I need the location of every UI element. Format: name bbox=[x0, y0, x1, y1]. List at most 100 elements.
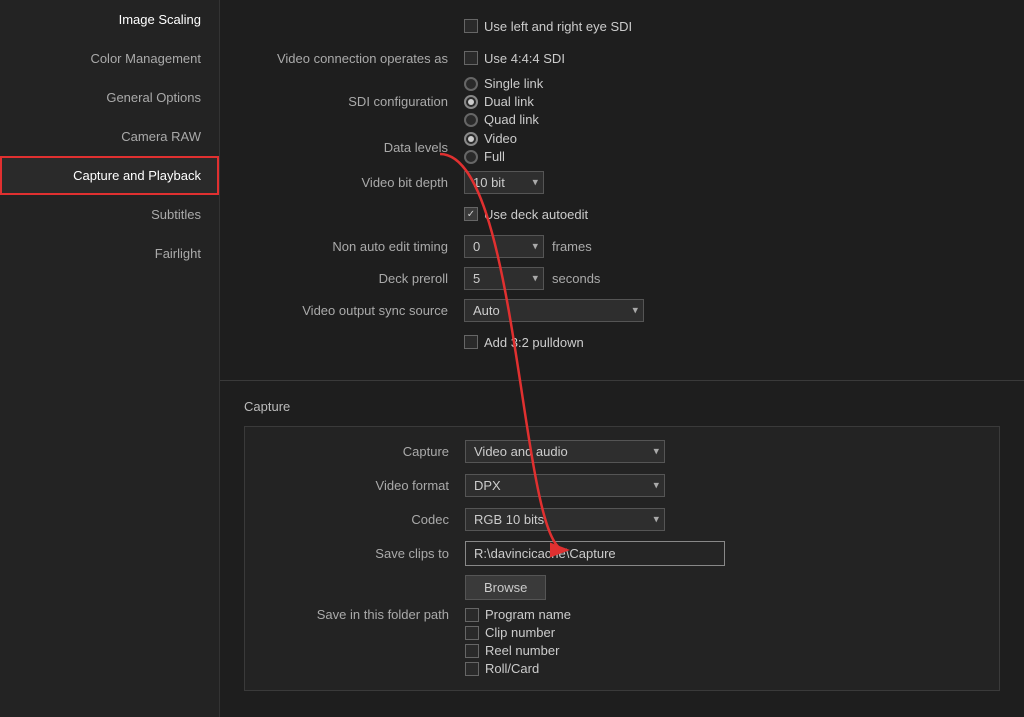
save-clips-label: Save clips to bbox=[245, 546, 465, 561]
capture-dropdown[interactable]: Video and audio Video only Audio only bbox=[465, 440, 665, 463]
add-pulldown-checkbox-wrap[interactable]: Add 3:2 pulldown bbox=[464, 335, 584, 350]
deck-preroll-units: seconds bbox=[552, 271, 600, 286]
codec-dropdown[interactable]: RGB 10 bits YCbCr 10 bits RGB 16 bits bbox=[465, 508, 665, 531]
reel-number-checkbox[interactable] bbox=[465, 644, 479, 658]
sidebar-item-color-management[interactable]: Color Management bbox=[0, 39, 219, 78]
video-connection-checkbox-wrap[interactable]: Use 4:4:4 SDI bbox=[464, 51, 565, 66]
sdi-dual-link[interactable]: Dual link bbox=[464, 94, 543, 109]
video-format-label: Video format bbox=[245, 478, 465, 493]
video-connection-label: Video connection operates as bbox=[244, 51, 464, 66]
save-clips-content bbox=[465, 541, 725, 566]
main-content: Use left and right eye SDI Video connect… bbox=[220, 0, 1024, 717]
save-clips-input[interactable] bbox=[465, 541, 725, 566]
clip-number-wrap[interactable]: Clip number bbox=[465, 625, 571, 640]
save-folder-row: Save in this folder path Program name Cl… bbox=[245, 607, 999, 676]
clip-number-checkbox[interactable] bbox=[465, 626, 479, 640]
sdi-quad-link[interactable]: Quad link bbox=[464, 112, 543, 127]
browse-content: Browse bbox=[465, 575, 546, 600]
video-connection-checkbox[interactable] bbox=[464, 51, 478, 65]
video-format-dropdown[interactable]: DPX ProRes MXF bbox=[465, 474, 665, 497]
program-name-label: Program name bbox=[485, 607, 571, 622]
sidebar-item-camera-raw[interactable]: Camera RAW bbox=[0, 117, 219, 156]
left-right-sdi-checkbox[interactable] bbox=[464, 19, 478, 33]
left-right-sdi-row: Use left and right eye SDI bbox=[244, 12, 1000, 40]
codec-row: Codec RGB 10 bits YCbCr 10 bits RGB 16 b… bbox=[245, 505, 999, 533]
deck-autoedit-checkbox[interactable] bbox=[464, 207, 478, 221]
non-auto-edit-content: 0 1 2 frames bbox=[464, 235, 592, 258]
roll-card-label: Roll/Card bbox=[485, 661, 539, 676]
deck-autoedit-checkbox-label: Use deck autoedit bbox=[484, 207, 588, 222]
data-levels-content: Video Full bbox=[464, 131, 517, 164]
video-format-content: DPX ProRes MXF bbox=[465, 474, 665, 497]
sidebar-item-capture-and-playback[interactable]: Capture and Playback bbox=[0, 156, 219, 195]
codec-content: RGB 10 bits YCbCr 10 bits RGB 16 bits bbox=[465, 508, 665, 531]
capture-dropdown-wrap[interactable]: Video and audio Video only Audio only bbox=[465, 440, 665, 463]
clip-number-label: Clip number bbox=[485, 625, 555, 640]
sidebar: Image ScalingColor ManagementGeneral Opt… bbox=[0, 0, 220, 717]
roll-card-checkbox[interactable] bbox=[465, 662, 479, 676]
deck-preroll-dropdown-wrap[interactable]: 5 3 10 bbox=[464, 267, 544, 290]
sidebar-item-fairlight[interactable]: Fairlight bbox=[0, 234, 219, 273]
video-bit-depth-dropdown[interactable]: 10 bit 8 bit 12 bit bbox=[464, 171, 544, 194]
add-pulldown-content: Add 3:2 pulldown bbox=[464, 335, 584, 350]
video-connection-content: Use 4:4:4 SDI bbox=[464, 51, 565, 66]
program-name-checkbox[interactable] bbox=[465, 608, 479, 622]
left-right-sdi-content: Use left and right eye SDI bbox=[464, 19, 632, 34]
sidebar-item-general-options[interactable]: General Options bbox=[0, 78, 219, 117]
save-folder-label: Save in this folder path bbox=[245, 607, 465, 622]
save-folder-options: Program name Clip number Reel number Rol… bbox=[465, 607, 571, 676]
sdi-quad-link-radio[interactable] bbox=[464, 113, 478, 127]
data-levels-label: Data levels bbox=[244, 140, 464, 155]
data-levels-full-radio[interactable] bbox=[464, 150, 478, 164]
deck-autoedit-content: Use deck autoedit bbox=[464, 207, 588, 222]
non-auto-edit-dropdown-wrap[interactable]: 0 1 2 bbox=[464, 235, 544, 258]
capture-dropdown-content: Video and audio Video only Audio only bbox=[465, 440, 665, 463]
deck-autoedit-checkbox-wrap[interactable]: Use deck autoedit bbox=[464, 207, 588, 222]
sdi-single-link[interactable]: Single link bbox=[464, 76, 543, 91]
sidebar-item-subtitles[interactable]: Subtitles bbox=[0, 195, 219, 234]
deck-preroll-label: Deck preroll bbox=[244, 271, 464, 286]
video-connection-checkbox-label: Use 4:4:4 SDI bbox=[484, 51, 565, 66]
browse-button[interactable]: Browse bbox=[465, 575, 546, 600]
sdi-dual-link-radio[interactable] bbox=[464, 95, 478, 109]
reel-number-label: Reel number bbox=[485, 643, 559, 658]
add-pulldown-checkbox-label: Add 3:2 pulldown bbox=[484, 335, 584, 350]
data-levels-video-label: Video bbox=[484, 131, 517, 146]
data-levels-full[interactable]: Full bbox=[464, 149, 517, 164]
data-levels-radio-group: Video Full bbox=[464, 131, 517, 164]
codec-dropdown-wrap[interactable]: RGB 10 bits YCbCr 10 bits RGB 16 bits bbox=[465, 508, 665, 531]
deck-preroll-dropdown[interactable]: 5 3 10 bbox=[464, 267, 544, 290]
non-auto-edit-row: Non auto edit timing 0 1 2 frames bbox=[244, 232, 1000, 260]
sidebar-item-image-scaling[interactable]: Image Scaling bbox=[0, 0, 219, 39]
browse-row: Browse bbox=[245, 573, 999, 601]
non-auto-edit-label: Non auto edit timing bbox=[244, 239, 464, 254]
video-output-sync-dropdown-wrap[interactable]: Auto Internal External bbox=[464, 299, 644, 322]
sdi-config-radio-group: Single link Dual link Quad link bbox=[464, 76, 543, 127]
left-right-sdi-checkbox-wrap[interactable]: Use left and right eye SDI bbox=[464, 19, 632, 34]
video-bit-depth-dropdown-wrap[interactable]: 10 bit 8 bit 12 bit bbox=[464, 171, 544, 194]
save-clips-row: Save clips to bbox=[245, 539, 999, 567]
reel-number-wrap[interactable]: Reel number bbox=[465, 643, 571, 658]
video-output-sync-dropdown[interactable]: Auto Internal External bbox=[464, 299, 644, 322]
data-levels-video[interactable]: Video bbox=[464, 131, 517, 146]
video-bit-depth-content: 10 bit 8 bit 12 bit bbox=[464, 171, 544, 194]
roll-card-wrap[interactable]: Roll/Card bbox=[465, 661, 571, 676]
data-levels-row: Data levels Video Full bbox=[244, 131, 1000, 164]
non-auto-edit-dropdown[interactable]: 0 1 2 bbox=[464, 235, 544, 258]
program-name-wrap[interactable]: Program name bbox=[465, 607, 571, 622]
deck-autoedit-row: Use deck autoedit bbox=[244, 200, 1000, 228]
sdi-config-row: SDI configuration Single link Dual link … bbox=[244, 76, 1000, 127]
add-pulldown-checkbox[interactable] bbox=[464, 335, 478, 349]
deck-preroll-row: Deck preroll 5 3 10 seconds bbox=[244, 264, 1000, 292]
video-output-sync-row: Video output sync source Auto Internal E… bbox=[244, 296, 1000, 324]
data-levels-video-radio[interactable] bbox=[464, 132, 478, 146]
capture-dropdown-label: Capture bbox=[245, 444, 465, 459]
data-levels-full-label: Full bbox=[484, 149, 505, 164]
non-auto-edit-units: frames bbox=[552, 239, 592, 254]
top-settings: Use left and right eye SDI Video connect… bbox=[220, 0, 1024, 372]
sdi-single-link-radio[interactable] bbox=[464, 77, 478, 91]
codec-label: Codec bbox=[245, 512, 465, 527]
capture-section-header: Capture bbox=[220, 389, 1024, 420]
video-format-dropdown-wrap[interactable]: DPX ProRes MXF bbox=[465, 474, 665, 497]
left-right-sdi-checkbox-label: Use left and right eye SDI bbox=[484, 19, 632, 34]
